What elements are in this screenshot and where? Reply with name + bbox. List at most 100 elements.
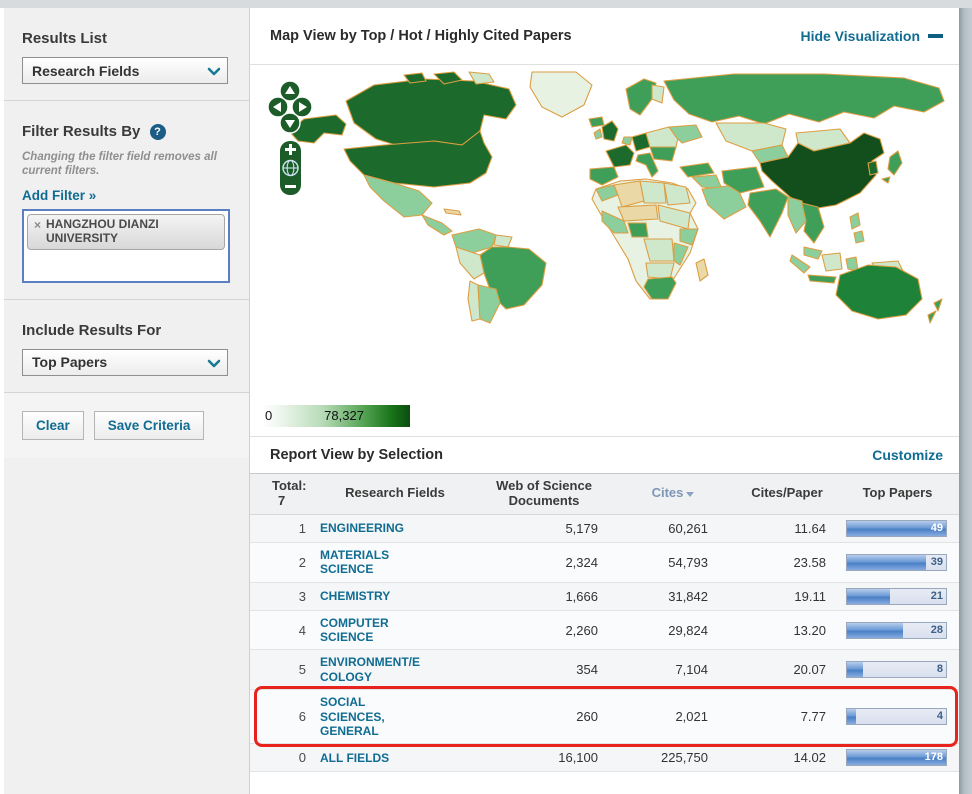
report-table-body: 1 ENGINEERING 5,179 60,261 11.64 49 2 MA…: [250, 515, 959, 773]
row-cites-per-paper: 14.02: [728, 750, 846, 765]
row-top-papers: 178: [846, 749, 949, 766]
row-cites: 2,021: [618, 709, 728, 724]
top-papers-value: 178: [925, 751, 943, 763]
row-rank: 2: [266, 555, 320, 570]
top-papers-value: 28: [931, 624, 943, 636]
include-results-title: Include Results For: [22, 322, 231, 339]
zoom-control: [280, 141, 301, 195]
row-top-papers: 49: [846, 520, 949, 537]
results-list-selected-value: Research Fields: [32, 63, 139, 79]
top-papers-value: 49: [931, 522, 943, 534]
row-docs: 2,324: [470, 555, 618, 570]
top-papers-bar-fill: [847, 623, 903, 638]
row-cites-per-paper: 20.07: [728, 662, 846, 677]
sidebar: Results List Research Fields Filter Resu…: [4, 8, 250, 794]
table-row: 4 COMPUTER SCIENCE 2,260 29,824 13.20 28: [250, 611, 959, 651]
row-cites-per-paper: 13.20: [728, 623, 846, 638]
research-field-link[interactable]: COMPUTER SCIENCE: [320, 616, 470, 645]
pan-control: [268, 81, 312, 133]
row-top-papers: 4: [846, 708, 949, 725]
report-table-header: Total: 7 Research Fields Web of Science …: [250, 473, 959, 515]
cites-label: Cites: [652, 485, 684, 500]
results-list-title: Results List: [22, 30, 231, 47]
research-field-link[interactable]: ENGINEERING: [320, 521, 470, 535]
add-filter-link[interactable]: Add Filter »: [22, 188, 96, 203]
row-docs: 1,666: [470, 589, 618, 604]
map-header: Map View by Top / Hot / Highly Cited Pap…: [250, 8, 959, 65]
save-criteria-button[interactable]: Save Criteria: [94, 411, 205, 440]
row-cites: 54,793: [618, 555, 728, 570]
help-icon[interactable]: ?: [150, 124, 166, 140]
remove-filter-icon[interactable]: ×: [34, 218, 41, 246]
research-field-link[interactable]: ALL FIELDS: [320, 751, 470, 765]
research-field-link[interactable]: SOCIAL SCIENCES, GENERAL: [320, 695, 470, 738]
row-rank: 6: [266, 709, 320, 724]
row-cites-per-paper: 7.77: [728, 709, 846, 724]
top-papers-bar: 21: [846, 588, 947, 605]
row-cites-per-paper: 23.58: [728, 555, 846, 570]
top-papers-value: 4: [937, 710, 943, 722]
row-top-papers: 28: [846, 622, 949, 639]
top-papers-bar-fill: [847, 589, 890, 604]
page-right-edge: [959, 8, 972, 794]
column-header-cites-per-paper: Cites/Paper: [728, 486, 846, 501]
row-top-papers: 39: [846, 554, 949, 571]
world-map[interactable]: [284, 71, 954, 327]
page-top-strip: [0, 0, 972, 8]
filter-tag-label: HANGZHOU DIANZI UNIVERSITY: [46, 218, 218, 246]
map-controls: [268, 79, 312, 202]
research-field-link[interactable]: MATERIALS SCIENCE: [320, 548, 470, 577]
map-pan-zoom-control[interactable]: [268, 79, 312, 197]
row-top-papers: 21: [846, 588, 949, 605]
map-legend: 0 78,327: [262, 405, 410, 427]
filter-tag: × HANGZHOU DIANZI UNIVERSITY: [27, 214, 225, 251]
filter-box: × HANGZHOU DIANZI UNIVERSITY: [22, 209, 230, 283]
row-top-papers: 8: [846, 661, 949, 678]
top-papers-bar: 28: [846, 622, 947, 639]
include-results-section: Include Results For Top Papers: [4, 300, 249, 393]
row-rank: 3: [266, 589, 320, 604]
filter-note: Changing the filter field removes all cu…: [22, 150, 231, 179]
research-field-link[interactable]: CHEMISTRY: [320, 589, 470, 603]
map-section: 0 78,327: [250, 65, 959, 437]
row-cites: 225,750: [618, 750, 728, 765]
top-papers-bar-fill: [847, 555, 926, 570]
minus-icon: [928, 34, 943, 38]
row-docs: 5,179: [470, 521, 618, 536]
filter-section: Filter Results By ? Changing the filter …: [4, 101, 249, 300]
table-row: 0 ALL FIELDS 16,100 225,750 14.02 178: [250, 744, 959, 772]
clear-button[interactable]: Clear: [22, 411, 84, 440]
top-papers-bar: 8: [846, 661, 947, 678]
row-docs: 260: [470, 709, 618, 724]
column-header-top-papers: Top Papers: [846, 486, 949, 501]
research-field-link[interactable]: ENVIRONMENT/E COLOGY: [320, 655, 470, 684]
column-header-cites[interactable]: Cites: [618, 486, 728, 501]
table-row: 3 CHEMISTRY 1,666 31,842 19.11 21: [250, 583, 959, 611]
map-title: Map View by Top / Hot / Highly Cited Pap…: [270, 28, 572, 44]
total-count: 7: [272, 494, 320, 509]
top-papers-bar-fill: [847, 709, 856, 724]
column-header-total: Total: 7: [266, 479, 320, 509]
row-cites: 60,261: [618, 521, 728, 536]
hide-visualization-link[interactable]: Hide Visualization: [800, 28, 943, 44]
results-list-section: Results List Research Fields: [4, 8, 249, 101]
top-papers-bar: 49: [846, 520, 947, 537]
top-papers-value: 21: [931, 590, 943, 602]
sort-down-icon: [686, 492, 694, 497]
customize-link[interactable]: Customize: [872, 447, 943, 463]
legend-min-value: 0: [265, 408, 272, 423]
sidebar-buttons: Clear Save Criteria: [4, 393, 249, 458]
results-list-select[interactable]: Research Fields: [22, 57, 228, 84]
row-docs: 354: [470, 662, 618, 677]
row-rank: 5: [266, 662, 320, 677]
filter-title: Filter Results By ?: [22, 123, 231, 140]
column-header-research-fields: Research Fields: [320, 486, 470, 501]
row-rank: 0: [266, 750, 320, 765]
table-row: 5 ENVIRONMENT/E COLOGY 354 7,104 20.07 8: [250, 650, 959, 690]
top-papers-bar-fill: [847, 662, 863, 677]
row-docs: 2,260: [470, 623, 618, 638]
include-results-select[interactable]: Top Papers: [22, 349, 228, 376]
chevron-down-icon: [206, 356, 222, 376]
report-title: Report View by Selection: [270, 447, 443, 463]
main-panel: Map View by Top / Hot / Highly Cited Pap…: [250, 8, 959, 794]
